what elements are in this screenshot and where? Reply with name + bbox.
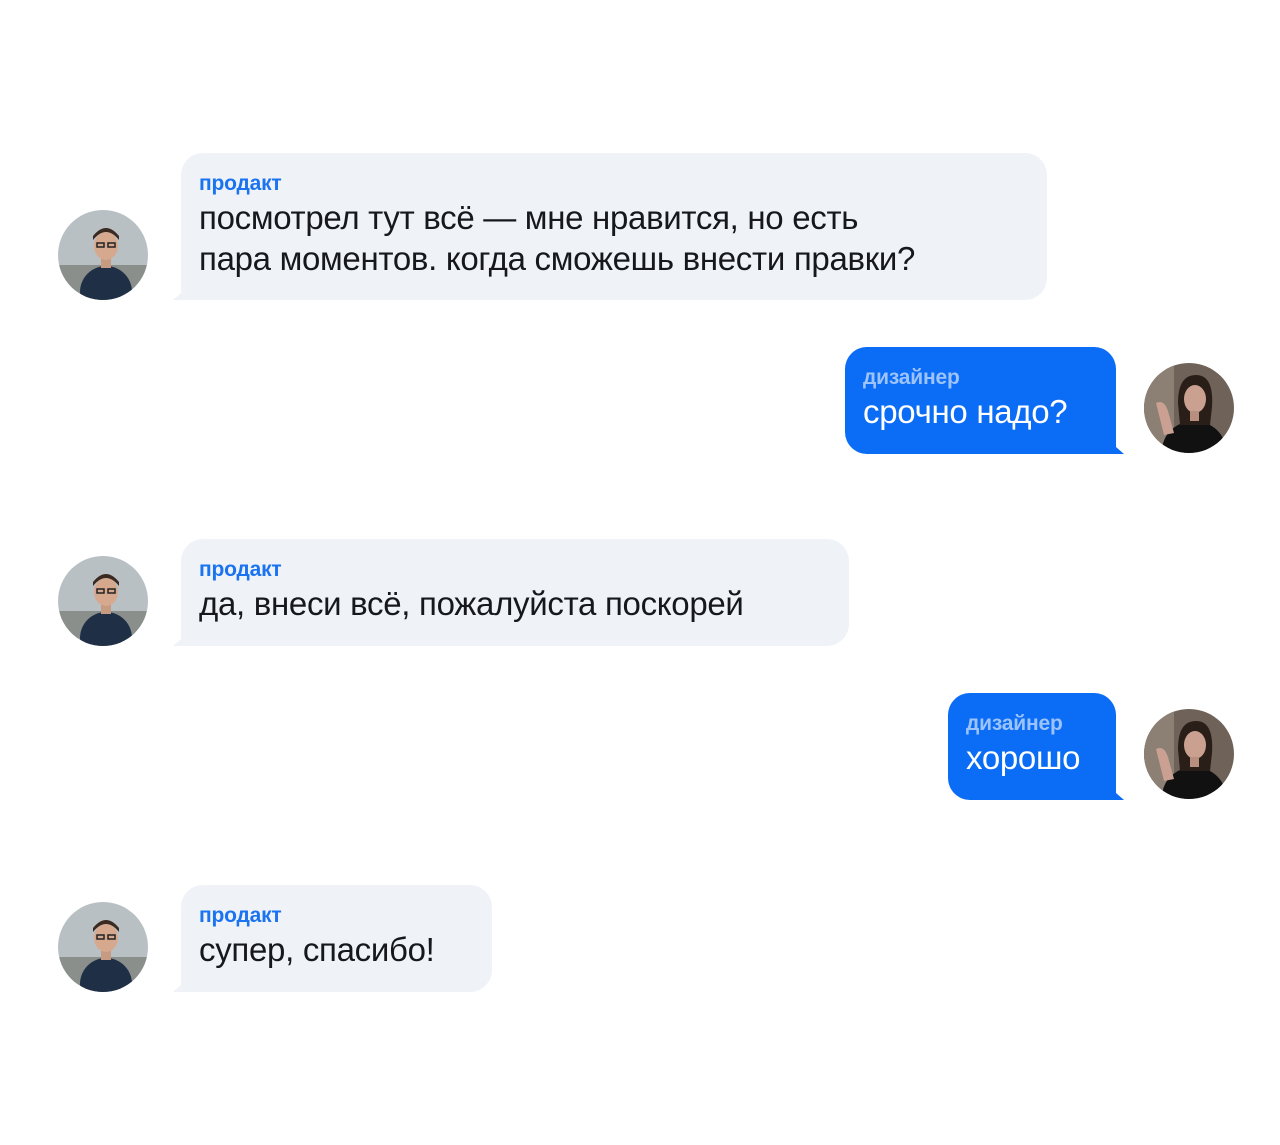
man-avatar-icon [58,210,148,300]
message-bubble-incoming[interactable]: продакт посмотрел тут всё — мне нравится… [173,153,1047,300]
sender-name: продакт [199,904,282,927]
sender-name: продакт [199,558,282,581]
avatar-product[interactable] [58,210,148,300]
man-avatar-icon [58,902,148,992]
bubble-tail [173,978,189,992]
message-bubble-incoming[interactable]: продакт супер, спасибо! [173,885,492,992]
sender-name: продакт [199,172,282,195]
bubble-tail [1108,440,1124,454]
message-text: хорошо [966,739,1081,776]
message-text: срочно надо? [863,393,1068,430]
woman-avatar-icon [1144,363,1234,453]
sender-name: дизайнер [966,712,1063,735]
avatar-designer[interactable] [1144,363,1234,453]
message-text: да, внеси всё, пожалуйста поскорей [199,585,744,622]
avatar-product[interactable] [58,902,148,992]
bubble-tail [173,286,189,300]
message-bubble-outgoing[interactable]: дизайнер хорошо [948,693,1124,800]
avatar-product[interactable] [58,556,148,646]
message-text: супер, спасибо! [199,931,435,968]
man-avatar-icon [58,556,148,646]
avatar-designer[interactable] [1144,709,1234,799]
woman-avatar-icon [1144,709,1234,799]
bubble-tail [1108,786,1124,800]
message-bubble-outgoing[interactable]: дизайнер срочно надо? [845,347,1124,454]
sender-name: дизайнер [863,366,960,389]
chat-thread: продакт посмотрел тут всё — мне нравится… [0,0,1280,1145]
bubble-tail [173,632,189,646]
message-text: посмотрел тут всё — мне нравится, но ест… [199,199,916,277]
message-bubble-incoming[interactable]: продакт да, внеси всё, пожалуйста поскор… [173,539,849,646]
